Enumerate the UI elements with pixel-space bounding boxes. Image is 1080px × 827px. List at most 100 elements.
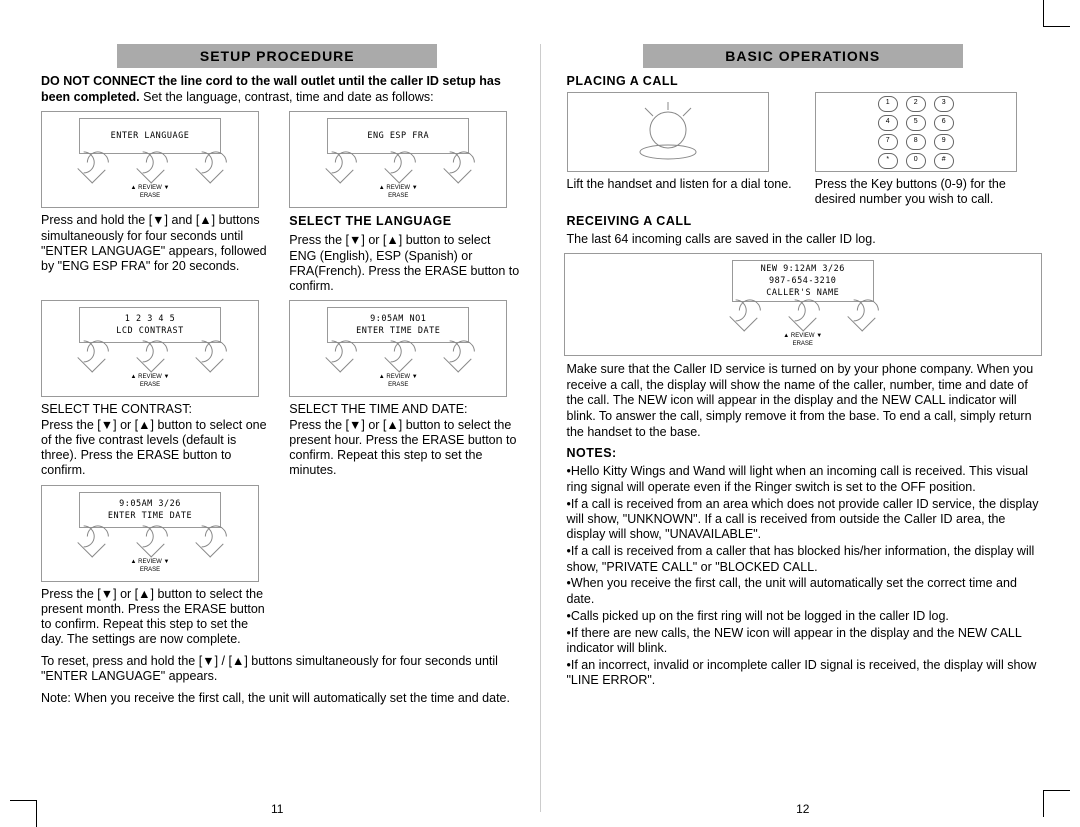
keypad-button: 4 [878,115,898,131]
heart-button-icon [325,345,353,373]
keypad-button: 9 [934,134,954,150]
placing-handset: Lift the handset and listen for a dial t… [567,92,797,208]
receiving-intro: The last 64 incoming calls are saved in … [567,232,1040,248]
device-illustration: 9:05AM NO1 ENTER TIME DATE ▲ REVIEW ▼ ER… [289,300,507,397]
keypad-button: 6 [934,115,954,131]
lcd-line2: ENTER TIME DATE [80,511,220,521]
review-label: ▲ REVIEW ▼ [50,374,250,380]
lcd-screen: 1 2 3 4 5 LCD CONTRAST [79,307,221,343]
heart-button-icon [443,345,471,373]
keypad-illustration: 1 2 3 4 5 6 7 8 9 * [815,92,1017,172]
lcd-screen: ENG ESP FRA [327,118,469,154]
crop-mark-tr [1043,0,1070,27]
receiving-paragraph: Make sure that the Caller ID service is … [567,362,1040,440]
setup-intro: DO NOT CONNECT the line cord to the wall… [41,74,514,105]
step4: 9:05AM NO1 ENTER TIME DATE ▲ REVIEW ▼ ER… [289,300,519,478]
step3-subhead: SELECT THE CONTRAST: [41,402,192,416]
lcd-screen: 9:05AM NO1 ENTER TIME DATE [327,307,469,343]
lcd-line1: 1 2 3 4 5 [80,314,220,324]
heart-button-icon [136,156,164,184]
lcd-line1: 9:05AM 3/26 [80,499,220,509]
device-illustration: ENTER LANGUAGE ▲ REVIEW ▼ ERASE [41,111,259,208]
note-item: Hello Kitty Wings and Wand will light wh… [567,464,1040,495]
note-item: If there are new calls, the NEW icon wil… [567,626,1040,657]
receiving-device-illustration: NEW 9:12AM 3/26 987-654-3210 CALLER'S NA… [564,253,1042,356]
review-label: ▲ REVIEW ▼ [298,185,498,191]
keypad-button: 0 [906,153,926,169]
receiving-call-head: RECEIVING A CALL [567,214,1046,228]
keypad-button: 1 [878,96,898,112]
heart-button-icon [384,156,412,184]
notes-head: NOTES: [567,446,1046,460]
keypad-button: * [878,153,898,169]
setup-intro-rest: Set the language, contrast, time and dat… [140,90,434,104]
page-number-right: 12 [541,802,1066,816]
keypad-button: 7 [878,134,898,150]
reset-note: Note: When you receive the first call, t… [41,691,514,707]
review-label: ▲ REVIEW ▼ [573,333,1033,339]
placing-call-head: PLACING A CALL [567,74,1046,88]
keypad-button: 3 [934,96,954,112]
step3-caption: SELECT THE CONTRAST: Press the [▼] or [▲… [41,402,271,478]
keypad-button: 8 [906,134,926,150]
review-label: ▲ REVIEW ▼ [50,559,250,565]
keypad-row: 4 5 6 [878,115,954,131]
note-item: Calls picked up on the first ring will n… [567,609,1040,624]
page-right: BASIC OPERATIONS PLACING A CALL Lift the… [541,44,1066,812]
heart-button-icon [384,345,412,373]
notes-list: Hello Kitty Wings and Wand will light wh… [567,464,1040,688]
placing-keypad-caption: Press the Key buttons (0-9) for the desi… [815,177,1045,208]
step5-caption: Press the [▼] or [▲] button to select th… [41,587,271,648]
heart-button-icon [195,156,223,184]
step1: ENTER LANGUAGE ▲ REVIEW ▼ ERASE Press an… [41,111,271,294]
erase-label: ERASE [50,193,250,199]
lcd-screen: 9:05AM 3/26 ENTER TIME DATE [79,492,221,528]
heart-button-icon [195,345,223,373]
keypad-button: 2 [906,96,926,112]
device-illustration: 1 2 3 4 5 LCD CONTRAST ▲ REVIEW ▼ ERASE [41,300,259,397]
lcd-line1: ENG ESP FRA [328,131,468,141]
step2-subhead: SELECT THE LANGUAGE [289,214,519,228]
lcd-line2: ENTER TIME DATE [328,326,468,336]
lcd-screen: ENTER LANGUAGE [79,118,221,154]
lcd-screen: NEW 9:12AM 3/26 987-654-3210 CALLER'S NA… [732,260,874,302]
erase-label: ERASE [50,567,250,573]
lcd-line2: LCD CONTRAST [80,326,220,336]
note-item: If an incorrect, invalid or incomplete c… [567,658,1040,689]
handset-icon [623,102,713,162]
step2: ENG ESP FRA ▲ REVIEW ▼ ERASE SELECT THE … [289,111,519,294]
erase-label: ERASE [573,341,1033,347]
lcd-line1: ENTER LANGUAGE [80,131,220,141]
step4-caption-body: Press the [▼] or [▲] button to select th… [289,418,516,478]
note-item: If a call is received from a caller that… [567,544,1040,575]
heart-button-icon [195,529,223,557]
handset-illustration [567,92,769,172]
lcd-line1: 9:05AM NO1 [328,314,468,324]
heart-button-icon [77,529,105,557]
heart-button-icon [443,156,471,184]
lcd-line1: NEW 9:12AM 3/26 [733,264,873,274]
note-item: When you receive the first call, the uni… [567,576,1040,607]
keypad-row: 1 2 3 [878,96,954,112]
setup-procedure-header: SETUP PROCEDURE [117,44,437,68]
heart-button-icon [848,303,876,331]
placing-keypad: 1 2 3 4 5 6 7 8 9 * [815,92,1045,208]
heart-button-icon [730,303,758,331]
page-number-left: 11 [15,802,540,816]
erase-label: ERASE [298,193,498,199]
heart-button-icon [136,345,164,373]
heart-button-icon [136,529,164,557]
page-left: SETUP PROCEDURE DO NOT CONNECT the line … [15,44,541,812]
erase-label: ERASE [298,382,498,388]
device-illustration: ENG ESP FRA ▲ REVIEW ▼ ERASE [289,111,507,208]
lcd-line3: CALLER'S NAME [733,288,873,298]
keypad-row: 7 8 9 [878,134,954,150]
step4-subhead: SELECT THE TIME AND DATE: [289,402,467,416]
keypad-button: # [934,153,954,169]
heart-button-icon [77,345,105,373]
review-label: ▲ REVIEW ▼ [50,185,250,191]
step5: 9:05AM 3/26 ENTER TIME DATE ▲ REVIEW ▼ E… [41,485,271,648]
step3: 1 2 3 4 5 LCD CONTRAST ▲ REVIEW ▼ ERASE … [41,300,271,478]
note-item: If a call is received from an area which… [567,497,1040,543]
heart-button-icon [789,303,817,331]
